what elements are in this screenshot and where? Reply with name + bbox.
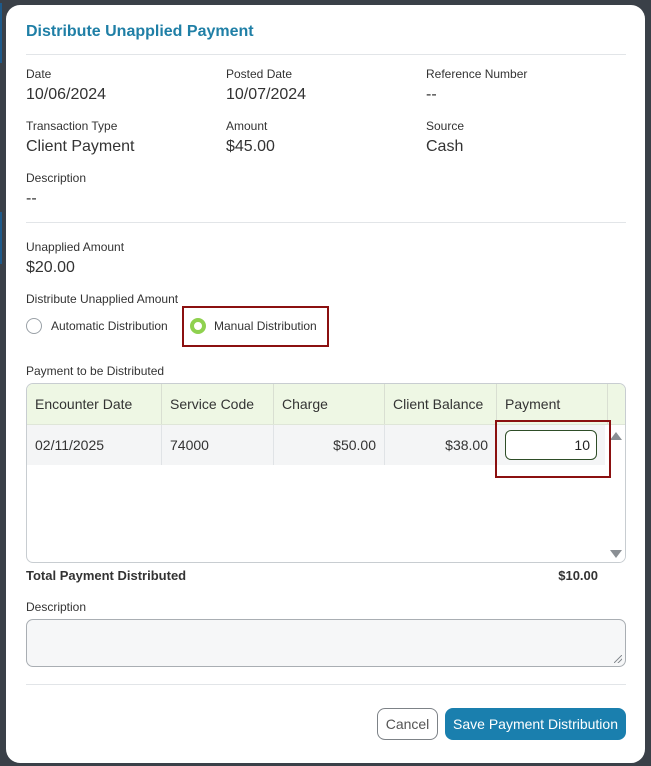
transaction-type-label: Transaction Type	[26, 119, 118, 133]
description-detail-value: --	[26, 190, 37, 207]
cell-service-code: 74000	[162, 425, 274, 465]
posted-date-value: 10/07/2024	[226, 86, 307, 103]
reference-number-label: Reference Number	[426, 67, 528, 81]
description-label: Description	[26, 600, 87, 614]
distribute-payment-dialog: Distribute Unapplied Payment Date 10/06/…	[6, 5, 645, 763]
unapplied-amount-label: Unapplied Amount	[26, 240, 125, 254]
dialog-title: Distribute Unapplied Payment	[26, 23, 254, 40]
description-textarea[interactable]	[26, 619, 626, 667]
source-label: Source	[426, 119, 465, 133]
description-detail-label: Description	[26, 171, 87, 185]
date-value: 10/06/2024	[26, 86, 107, 103]
divider	[26, 54, 626, 55]
amount-label: Amount	[226, 119, 268, 133]
column-header-client-balance[interactable]: Client Balance	[385, 384, 497, 424]
resize-handle-icon[interactable]	[614, 655, 622, 663]
total-payment-label: Total Payment Distributed	[26, 568, 187, 583]
cell-client-balance: $38.00	[385, 425, 497, 465]
cell-encounter-date: 02/11/2025	[27, 425, 162, 465]
automatic-distribution-radio[interactable]	[26, 318, 42, 334]
grid-header: Encounter Date Service Code Charge Clien…	[27, 384, 625, 425]
scroll-down-arrow-icon[interactable]	[610, 550, 622, 558]
divider	[26, 684, 626, 685]
posted-date-label: Posted Date	[226, 67, 293, 81]
reference-number-value: --	[426, 86, 437, 103]
transaction-type-value: Client Payment	[26, 138, 135, 155]
highlight-box	[495, 420, 611, 478]
cell-charge: $50.00	[274, 425, 385, 465]
column-header-service-code[interactable]: Service Code	[162, 384, 274, 424]
automatic-distribution-option[interactable]: Automatic Distribution	[26, 317, 178, 339]
background-edge	[0, 3, 2, 63]
column-header-charge[interactable]: Charge	[274, 384, 385, 424]
cancel-button[interactable]: Cancel	[377, 708, 438, 740]
grid-caption: Payment to be Distributed	[26, 364, 165, 378]
amount-value: $45.00	[226, 138, 275, 155]
save-payment-distribution-button[interactable]: Save Payment Distribution	[445, 708, 626, 740]
automatic-distribution-label: Automatic Distribution	[51, 319, 168, 333]
column-header-payment[interactable]: Payment	[497, 384, 608, 424]
total-payment-value: $10.00	[558, 568, 598, 583]
highlight-box	[182, 306, 329, 347]
unapplied-amount-value: $20.00	[26, 259, 75, 276]
distribute-amount-label: Distribute Unapplied Amount	[26, 292, 179, 306]
source-value: Cash	[426, 138, 464, 155]
divider	[26, 222, 626, 223]
background-edge	[0, 212, 2, 264]
column-header-encounter-date[interactable]: Encounter Date	[27, 384, 162, 424]
date-label: Date	[26, 67, 52, 81]
scroll-up-arrow-icon[interactable]	[610, 432, 622, 440]
